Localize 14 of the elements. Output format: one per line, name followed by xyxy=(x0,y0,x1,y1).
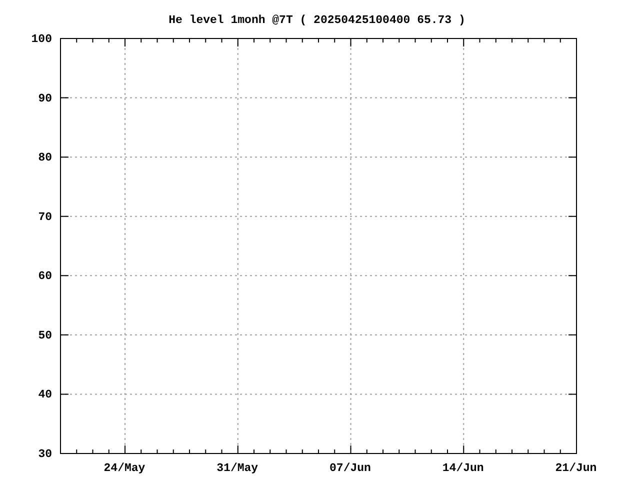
x-axis-label: 31/May xyxy=(216,462,258,475)
x-axis-label: 21/Jun xyxy=(555,462,597,475)
y-axis-label: 80 xyxy=(38,152,52,165)
x-axis-label: 24/May xyxy=(104,462,146,475)
chart-title: He level 1monh @7T ( 20250425100400 65.73 ) xyxy=(168,14,466,27)
x-axis-label: 07/Jun xyxy=(330,462,371,475)
y-axis-label: 90 xyxy=(38,92,52,106)
y-axis-label: 30 xyxy=(38,448,52,461)
y-axis-label: 60 xyxy=(38,270,52,284)
y-axis-label: 40 xyxy=(38,388,52,402)
x-axis-label: 14/Jun xyxy=(442,462,484,475)
y-axis-label: 70 xyxy=(38,210,52,224)
y-axis-label: 50 xyxy=(38,329,52,342)
y-axis-label: 100 xyxy=(31,33,52,46)
